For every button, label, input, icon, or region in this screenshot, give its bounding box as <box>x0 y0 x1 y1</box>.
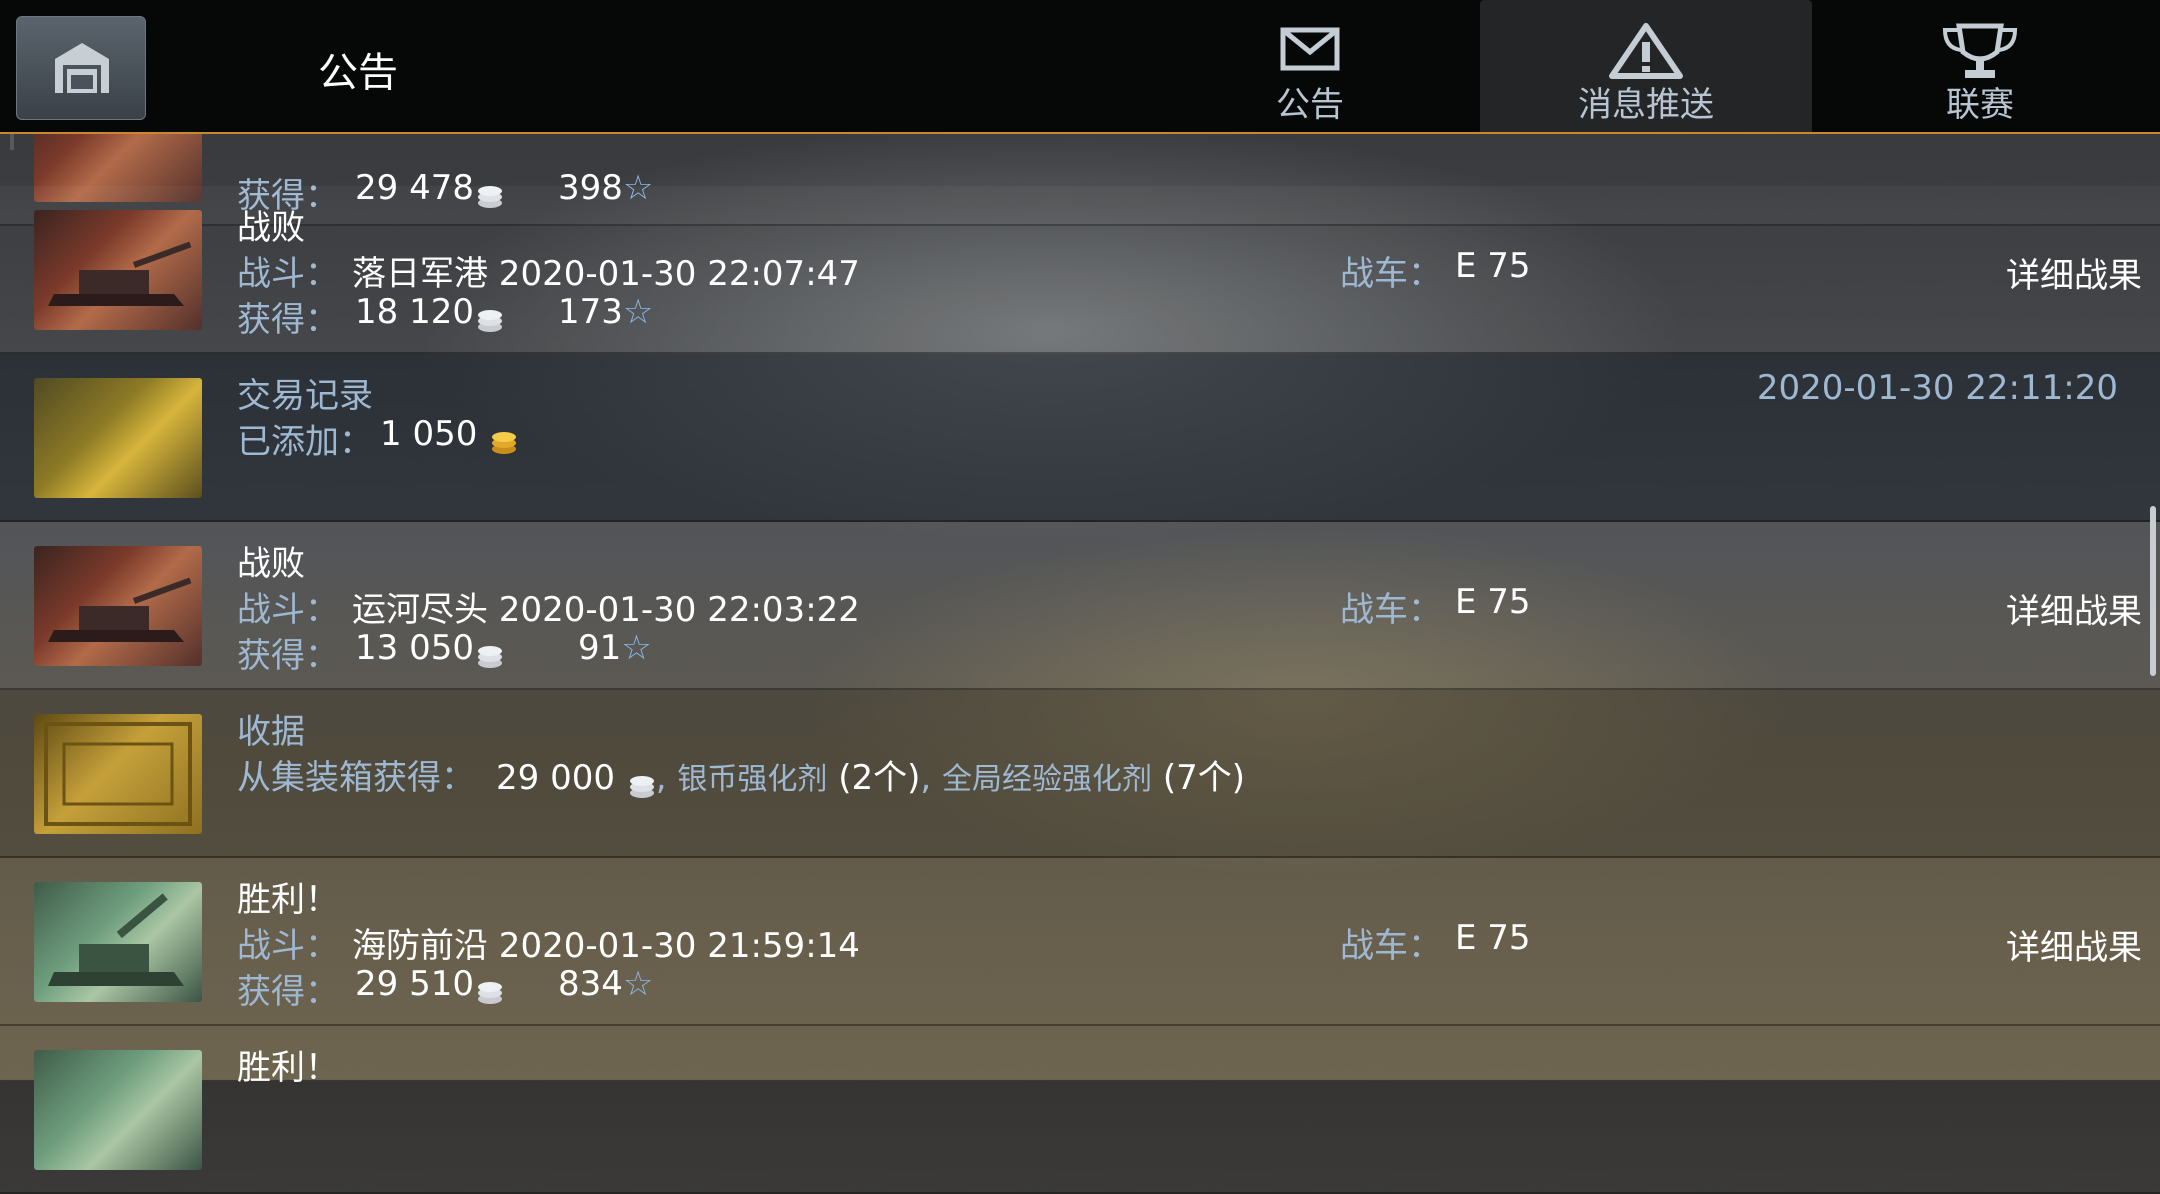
battle-thumbnail <box>34 882 202 1002</box>
transaction-timestamp: 2020-01-30 22:11:20 <box>1756 368 2118 408</box>
battle-label: 战斗： <box>237 254 339 294</box>
earn-label: 获得： <box>237 972 339 1012</box>
garage-icon <box>55 43 109 93</box>
tab-announcements[interactable]: 公告 <box>1190 0 1430 132</box>
envelope-icon <box>1280 27 1340 71</box>
trophy-icon <box>1942 23 2018 78</box>
tank-label: 战车： <box>1340 590 1442 630</box>
tab-label: 联赛 <box>1946 85 2014 125</box>
list-item-receipt[interactable]: 收据 从集装箱获得： 29 000 , 银币强化剂 (2个), 全局经验强化剂 … <box>0 690 2160 858</box>
silver-coin-icon <box>476 302 504 332</box>
battle-result: 战败 <box>237 544 305 584</box>
gold-chest-thumbnail <box>34 378 202 498</box>
list-item-battle[interactable]: 战败 战斗： 落日军港 2020-01-30 22:07:47 战车： E 75… <box>0 186 2160 354</box>
item-xp-booster: 全局经验强化剂 <box>942 762 1153 797</box>
list-item-transaction[interactable]: 交易记录 已添加： 1 050 2020-01-30 22:11:20 <box>0 354 2160 522</box>
page-title: 公告 <box>318 50 398 96</box>
separator: , <box>920 758 932 798</box>
transaction-title: 交易记录 <box>237 376 373 416</box>
silver-earned: 18 120 <box>355 292 504 332</box>
gold-coin-icon <box>490 424 518 454</box>
battle-thumbnail <box>34 546 202 666</box>
garage-home-button[interactable] <box>16 16 146 120</box>
added-label: 已添加： <box>237 422 373 462</box>
container-thumbnail <box>34 714 202 834</box>
tank-name: E 75 <box>1455 582 1531 622</box>
battle-result: 战败 <box>237 208 305 248</box>
battle-label: 战斗： <box>237 926 339 966</box>
silver-earned: 13 050 <box>355 628 504 668</box>
xp-earned: 173☆ <box>558 292 654 332</box>
battle-result: 胜利！ <box>237 880 339 920</box>
top-bar: 公告 公告 消息推送 联赛 <box>0 0 2160 134</box>
map-and-time: 运河尽头 2020-01-30 22:03:22 <box>352 590 860 630</box>
battle-thumbnail <box>34 1050 202 1170</box>
tank-label: 战车： <box>1340 254 1442 294</box>
list-item-battle[interactable]: 胜利！ 战斗： 海防前沿 2020-01-30 21:59:14 战车： E 7… <box>0 858 2160 1026</box>
star-icon: ☆ <box>622 292 654 332</box>
tab-league[interactable]: 联赛 <box>1860 0 2100 132</box>
warning-icon <box>1609 23 1683 79</box>
source-label: 从集装箱获得： <box>237 758 475 798</box>
star-icon: ☆ <box>622 964 654 1004</box>
scrollbar[interactable] <box>2150 506 2156 676</box>
tank-name: E 75 <box>1455 246 1531 286</box>
earn-label: 获得： <box>237 636 339 676</box>
xp-earned: 834☆ <box>558 964 654 1004</box>
details-link[interactable]: 详细战果 <box>2006 584 2142 633</box>
list-item[interactable]: 胜利！ <box>0 1026 2160 1194</box>
silver-coin-icon <box>628 768 656 798</box>
details-link[interactable]: 详细战果 <box>2006 248 2142 297</box>
map-and-time: 落日军港 2020-01-30 22:07:47 <box>352 254 860 294</box>
map-and-time: 海防前沿 2020-01-30 21:59:14 <box>352 926 860 966</box>
tab-label: 消息推送 <box>1578 85 1714 125</box>
details-link[interactable]: 详细战果 <box>2006 920 2142 969</box>
tank-name: E 75 <box>1455 918 1531 958</box>
xp-earned: 91☆ <box>578 628 652 668</box>
silver-coin-icon <box>476 974 504 1004</box>
separator: , <box>655 758 667 798</box>
battle-label: 战斗： <box>237 590 339 630</box>
list-item-battle[interactable]: 战败 战斗： 运河尽头 2020-01-30 22:03:22 战车： E 75… <box>0 522 2160 690</box>
item-xp-booster-count: (7个) <box>1162 758 1245 798</box>
item-silver-booster: 银币强化剂 <box>677 762 828 797</box>
silver-earned: 29 510 <box>355 964 504 1004</box>
battle-thumbnail <box>34 210 202 330</box>
gold-added: 1 050 <box>380 414 518 454</box>
earn-label: 获得： <box>237 300 339 340</box>
tab-push-messages[interactable]: 消息推送 <box>1480 0 1812 132</box>
receipt-contents: 29 000 , 银币强化剂 (2个), 全局经验强化剂 (7个) <box>496 758 1245 798</box>
item-silver-booster-count: (2个) <box>838 758 921 798</box>
receipt-title: 收据 <box>237 712 305 752</box>
tank-label: 战车： <box>1340 926 1442 966</box>
star-icon: ☆ <box>621 628 652 668</box>
tab-label: 公告 <box>1276 85 1344 125</box>
silver-coin-icon <box>476 638 504 668</box>
battle-result: 胜利！ <box>237 1048 339 1088</box>
